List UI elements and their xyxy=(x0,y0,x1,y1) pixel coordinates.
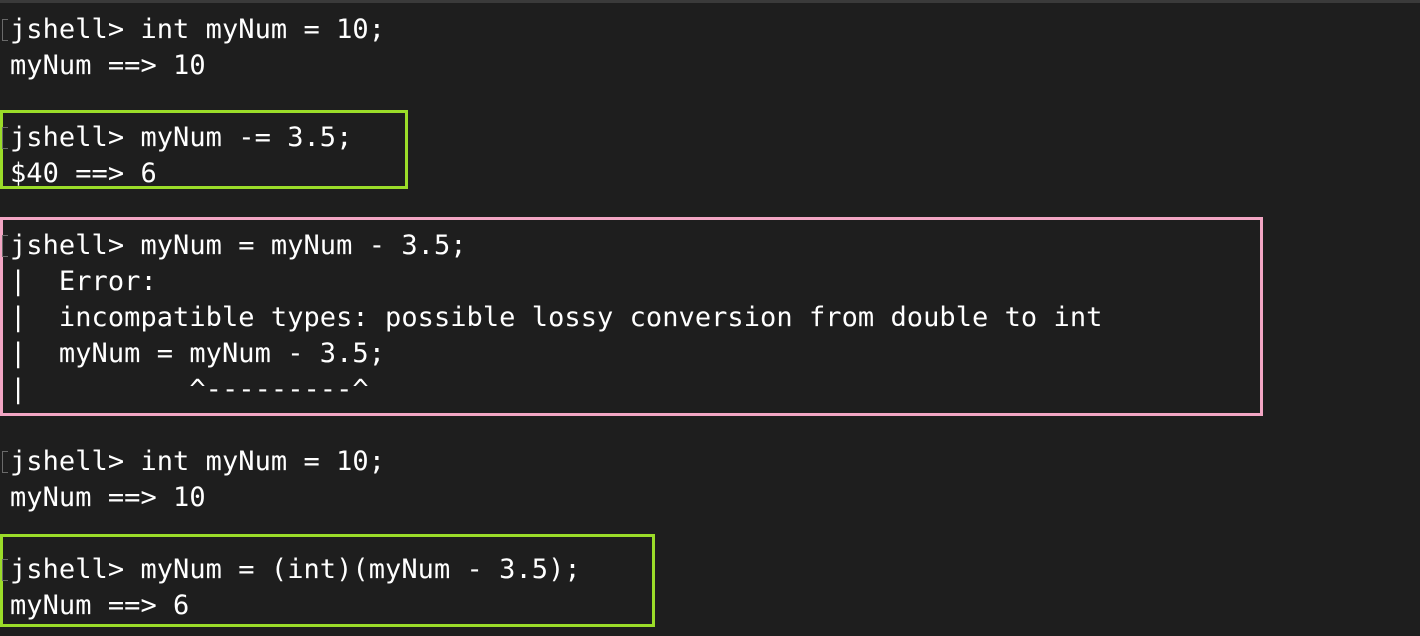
prompt-marker-icon xyxy=(2,127,8,149)
command-line: jshell> myNum = myNum - 3.5; xyxy=(10,230,467,261)
terminal-window[interactable]: jshell> int myNum = 10; myNum ==> 10 jsh… xyxy=(0,0,1420,636)
error-line: | myNum = myNum - 3.5; xyxy=(10,338,386,369)
output-line: myNum ==> 6 xyxy=(10,590,190,621)
output-line: $40 ==> 6 xyxy=(10,158,157,189)
error-line: | incompatible types: possible lossy con… xyxy=(10,302,1103,333)
command-line: jshell> int myNum = 10; xyxy=(10,14,386,45)
prompt-marker-icon xyxy=(2,19,8,41)
command-line: jshell> myNum -= 3.5; xyxy=(10,122,353,153)
command-line: jshell> myNum = (int)(myNum - 3.5); xyxy=(10,554,581,585)
prompt-marker-icon xyxy=(2,235,8,257)
command-line: jshell> int myNum = 10; xyxy=(10,446,386,477)
prompt-marker-icon xyxy=(2,451,8,473)
output-line: myNum ==> 10 xyxy=(10,482,206,513)
error-line: | Error: xyxy=(10,266,157,297)
prompt-marker-icon xyxy=(2,559,8,581)
output-line: myNum ==> 10 xyxy=(10,50,206,81)
error-line: | ^---------^ xyxy=(10,374,369,405)
